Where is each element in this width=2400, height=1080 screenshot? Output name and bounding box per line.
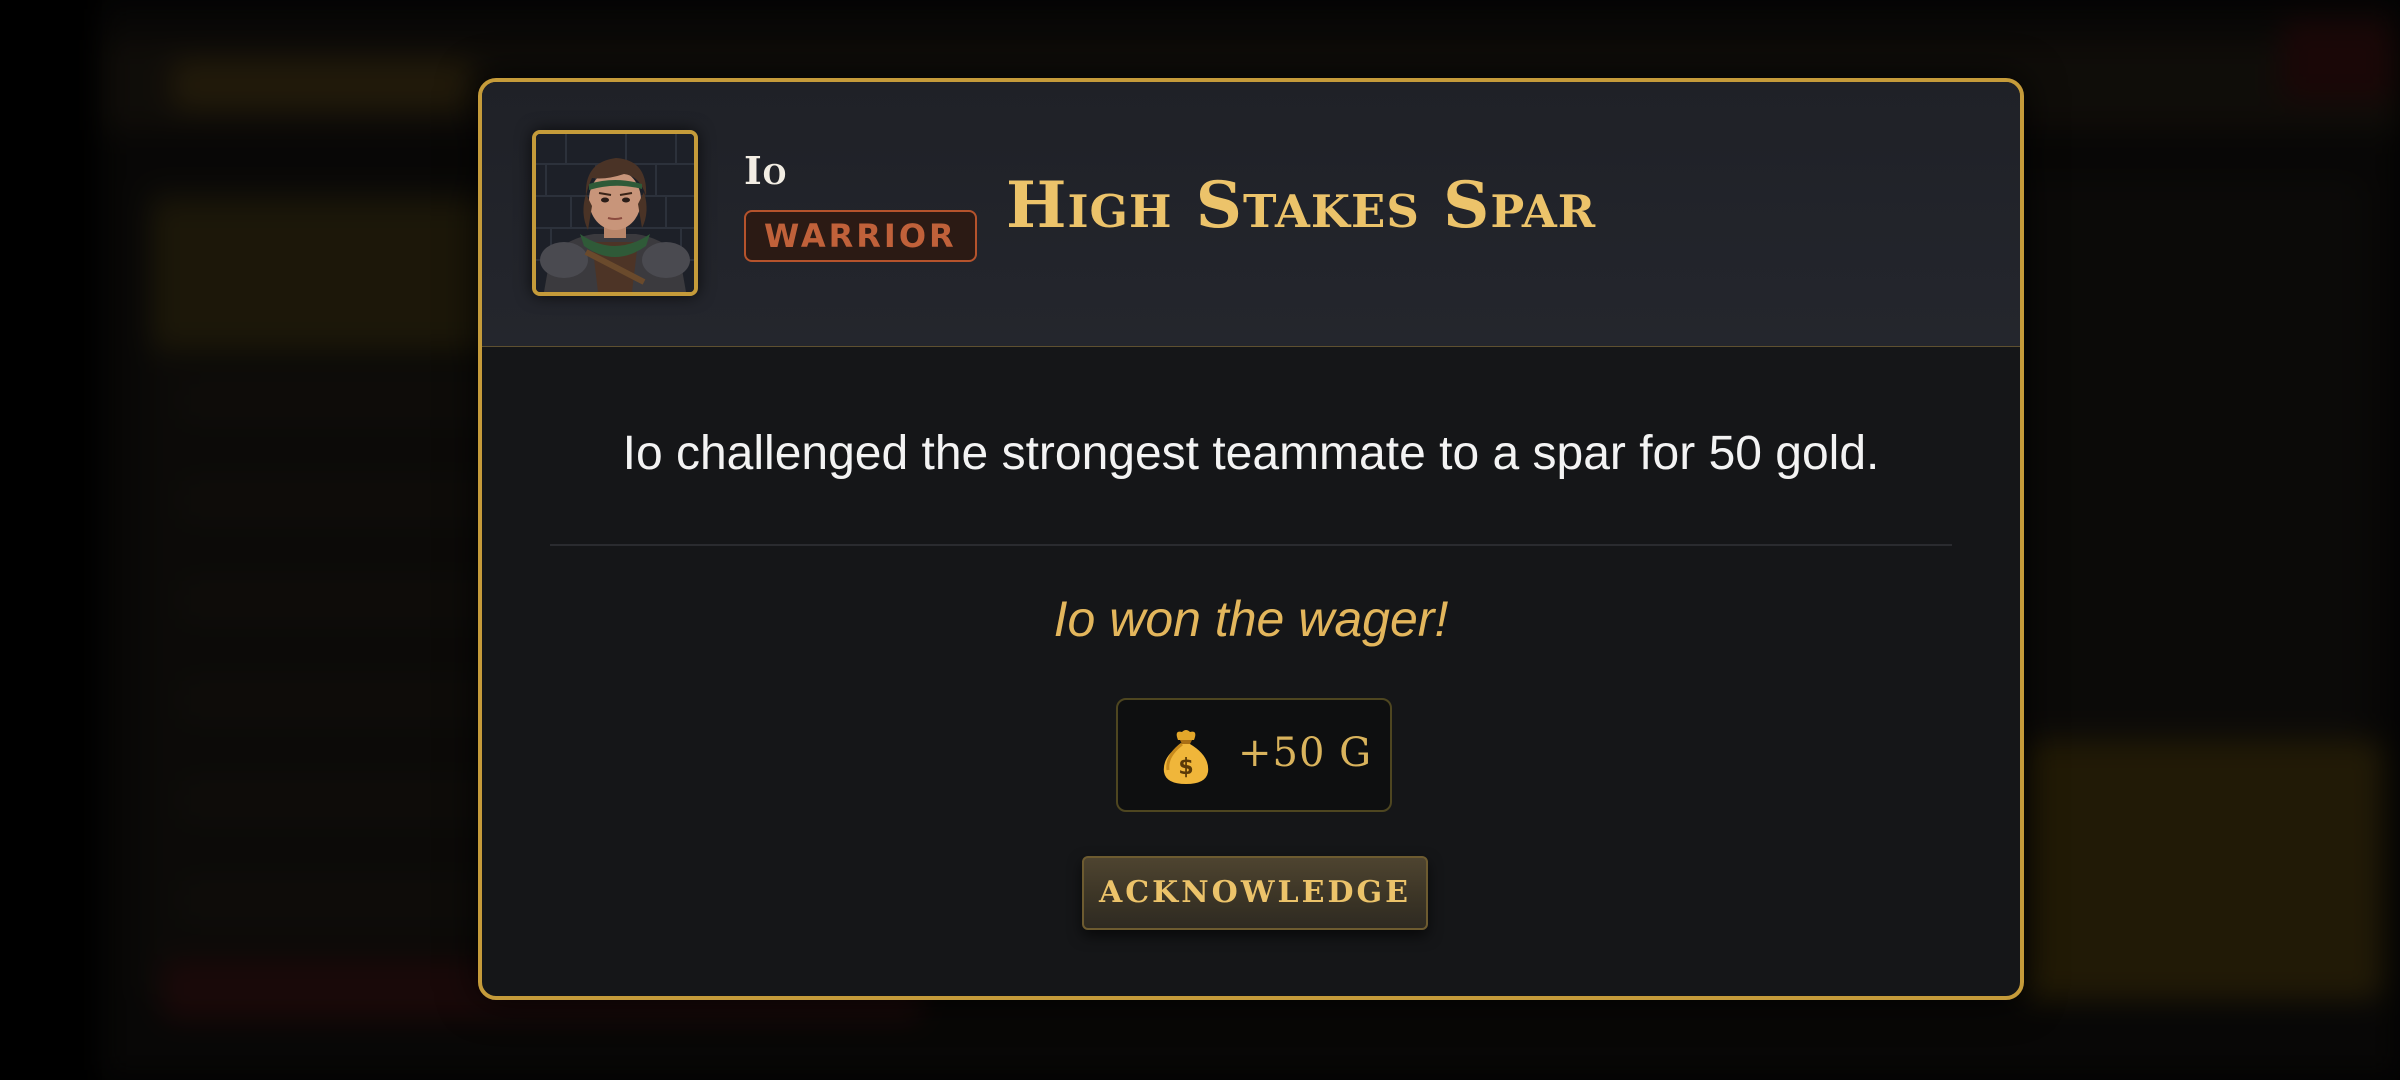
- money-bag-icon: $: [1156, 726, 1216, 786]
- reward-box: $ +50 G: [1116, 698, 1392, 812]
- modal-header: Io WARRIOR High Stakes Spar: [482, 82, 2020, 347]
- hero-name: Io: [744, 148, 788, 193]
- event-modal: Io WARRIOR High Stakes Spar Io challenge…: [478, 78, 2024, 1000]
- section-divider: [550, 544, 1952, 546]
- event-title: High Stakes Spar: [1006, 168, 1597, 243]
- warrior-portrait-icon: [536, 134, 694, 292]
- acknowledge-button[interactable]: ACKNOWLEDGE: [1082, 856, 1428, 930]
- event-description: Io challenged the strongest teammate to …: [622, 427, 1880, 480]
- reward-value: +50 G: [1238, 730, 1373, 776]
- event-result: Io won the wager!: [1053, 591, 1449, 647]
- hero-portrait: [532, 130, 698, 296]
- svg-text:$: $: [1178, 755, 1193, 780]
- hero-class-badge: WARRIOR: [744, 210, 977, 262]
